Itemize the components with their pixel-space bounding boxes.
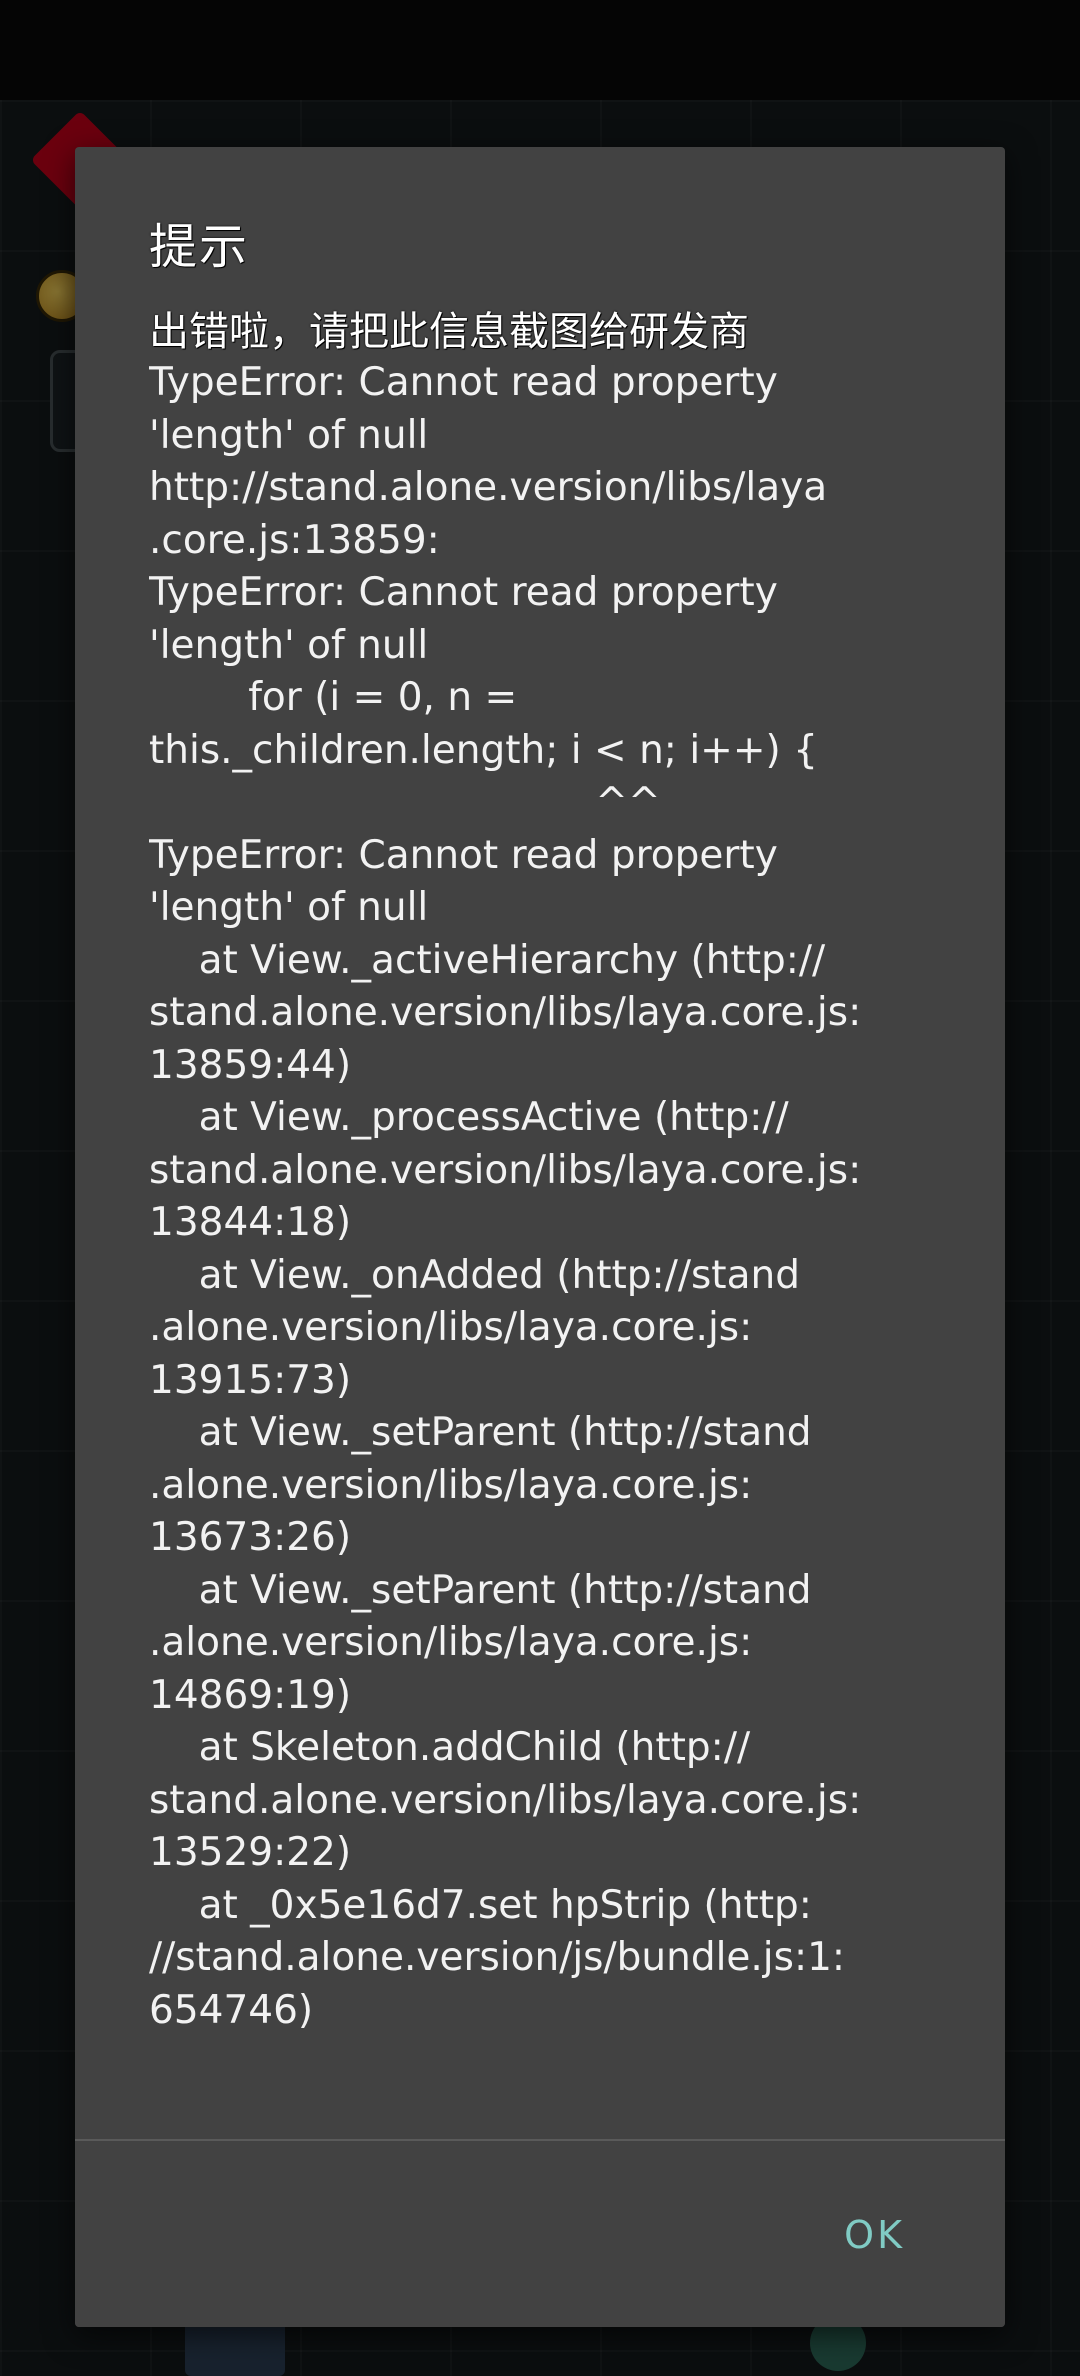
dialog-title: 提示 (149, 219, 250, 275)
dialog-message-scroll[interactable]: 出错啦，请把此信息截图给研发商 TypeError: Cannot read p… (149, 307, 959, 2287)
error-stack-trace: TypeError: Cannot read property 'length'… (149, 360, 862, 2033)
status-bar (0, 0, 1080, 100)
dialog-button-bar: OK (75, 2141, 1005, 2327)
dialog-heading: 出错啦，请把此信息截图给研发商 (149, 309, 749, 355)
error-dialog: 提示 出错啦，请把此信息截图给研发商 TypeError: Cannot rea… (75, 147, 1005, 2327)
ok-button[interactable]: OK (834, 2207, 915, 2263)
